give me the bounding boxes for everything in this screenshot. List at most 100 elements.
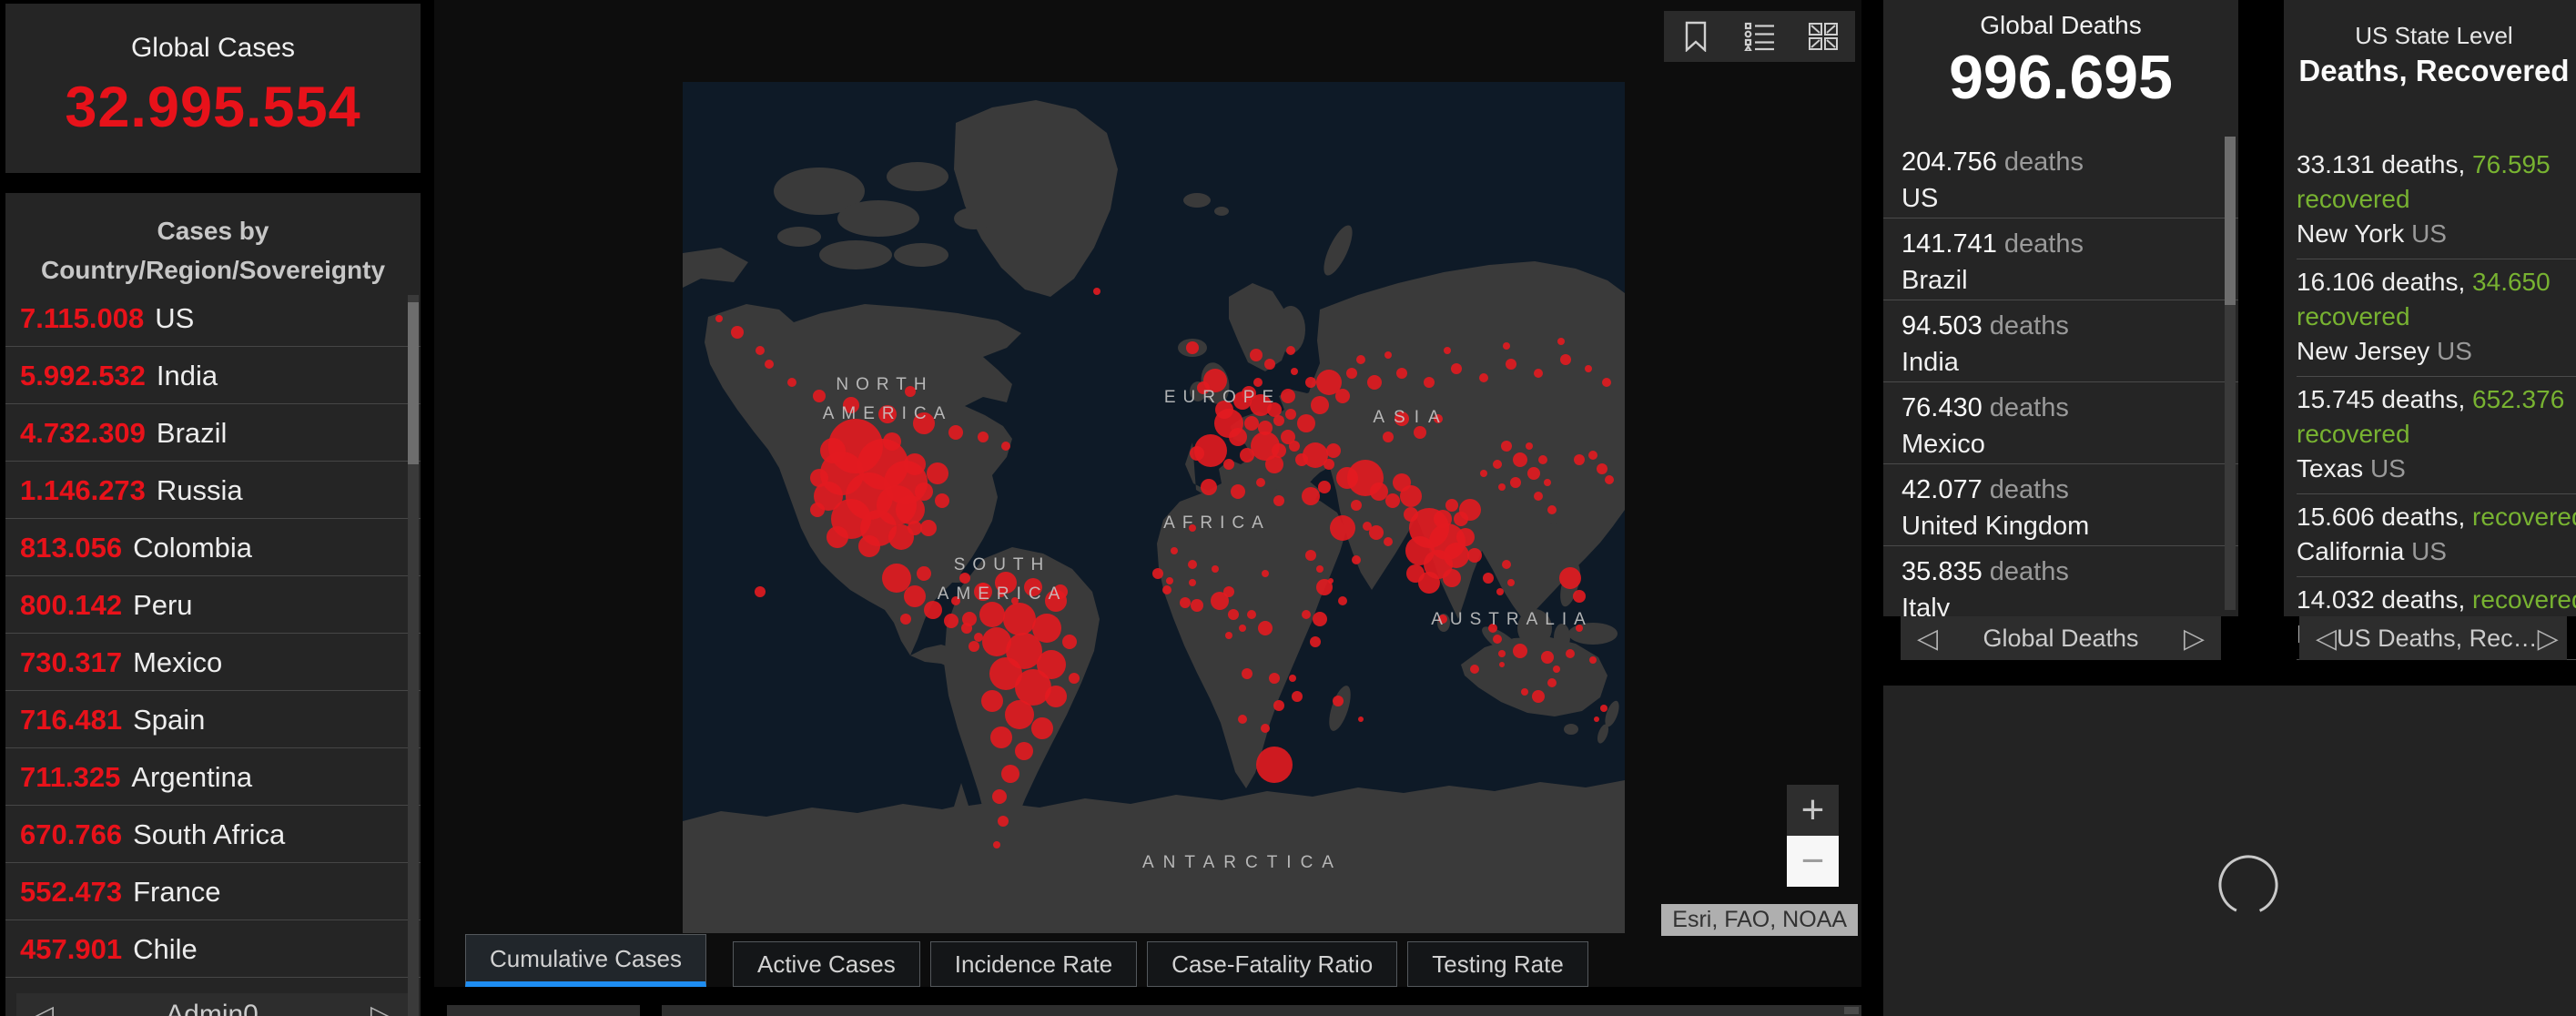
case-dot[interactable] <box>1244 416 1259 431</box>
case-dot[interactable] <box>1291 368 1298 375</box>
case-dot[interactable] <box>1498 650 1506 657</box>
case-dot[interactable] <box>1171 547 1178 554</box>
case-dot[interactable] <box>1547 678 1557 687</box>
case-dot[interactable] <box>992 789 1007 804</box>
case-dot[interactable] <box>1225 632 1232 639</box>
case-dot[interactable] <box>1434 510 1452 528</box>
case-dot[interactable] <box>1305 377 1316 388</box>
case-dot[interactable] <box>1557 338 1565 345</box>
case-dot[interactable] <box>1152 568 1163 579</box>
case-dot[interactable] <box>882 564 911 593</box>
case-dot[interactable] <box>1190 446 1204 461</box>
case-dot[interactable] <box>1316 565 1323 573</box>
case-dot[interactable] <box>755 586 766 597</box>
case-dot[interactable] <box>1506 359 1516 370</box>
case-dot[interactable] <box>1459 499 1481 521</box>
tab-cumulative-cases[interactable]: Cumulative Cases <box>465 934 706 987</box>
zoom-out-button[interactable]: − <box>1787 836 1839 887</box>
case-row[interactable]: 711.325 Argentina <box>5 748 421 806</box>
case-dot[interactable] <box>1328 578 1334 584</box>
case-dot[interactable] <box>1544 479 1551 486</box>
case-dot[interactable] <box>1305 550 1316 561</box>
case-dot[interactable] <box>858 535 880 557</box>
case-dot[interactable] <box>917 566 931 581</box>
case-dot[interactable] <box>820 438 846 463</box>
case-dot[interactable] <box>1302 610 1311 619</box>
case-dot[interactable] <box>1031 717 1053 739</box>
case-dot[interactable] <box>1445 499 1458 512</box>
case-dot[interactable] <box>1480 470 1487 477</box>
case-dot[interactable] <box>810 503 825 517</box>
prev-page-icon[interactable]: ◁ <box>2316 623 2337 655</box>
deaths-list-scrollbar[interactable] <box>2225 137 2236 610</box>
case-dot[interactable] <box>1256 478 1265 487</box>
case-dot[interactable] <box>993 841 1000 848</box>
case-dot[interactable] <box>1384 351 1392 359</box>
case-dot[interactable] <box>915 483 933 501</box>
deaths-row[interactable]: 94.503 deaths India <box>1883 300 2238 382</box>
legend-icon[interactable] <box>1732 13 1787 60</box>
case-row[interactable]: 716.481 Spain <box>5 691 421 748</box>
case-dot[interactable] <box>787 378 796 387</box>
case-dot[interactable] <box>1444 347 1451 354</box>
tab-active-cases[interactable]: Active Cases <box>732 941 920 987</box>
case-dot[interactable] <box>1363 522 1372 531</box>
case-dot[interactable] <box>927 462 948 484</box>
case-dot[interactable] <box>810 469 828 487</box>
case-row[interactable]: 5.992.532 India <box>5 347 421 404</box>
case-dot[interactable] <box>1510 477 1521 488</box>
us-state-row[interactable]: 33.131 deaths, 76.595 recovered New York U… <box>2297 142 2576 259</box>
case-dot[interactable] <box>1585 365 1592 372</box>
case-dot[interactable] <box>1336 467 1358 489</box>
case-dot[interactable] <box>1414 426 1426 439</box>
case-row[interactable]: 813.056 Colombia <box>5 519 421 576</box>
case-dot[interactable] <box>1385 493 1400 508</box>
case-dot[interactable] <box>1541 651 1554 664</box>
case-dot[interactable] <box>1326 443 1341 458</box>
case-dot[interactable] <box>1001 765 1019 783</box>
case-dot[interactable] <box>1574 454 1585 465</box>
case-dot[interactable] <box>1229 428 1247 446</box>
case-row[interactable]: 552.473 France <box>5 863 421 920</box>
case-dot[interactable] <box>1521 688 1528 696</box>
case-dot[interactable] <box>1003 603 1036 635</box>
case-dot[interactable] <box>974 633 983 642</box>
case-dot[interactable] <box>1406 564 1425 583</box>
deaths-row[interactable]: 35.835 deaths Italy <box>1883 546 2238 616</box>
case-dot[interactable] <box>924 601 942 619</box>
case-dot[interactable] <box>1247 610 1256 619</box>
case-dot[interactable] <box>1318 481 1331 493</box>
case-dot[interactable] <box>1201 479 1217 495</box>
case-dot[interactable] <box>1594 716 1599 722</box>
case-dot[interactable] <box>1470 665 1479 674</box>
case-dot[interactable] <box>1383 432 1394 442</box>
tab-incidence-rate[interactable]: Incidence Rate <box>929 941 1138 987</box>
case-dot[interactable] <box>1404 507 1418 522</box>
deaths-row[interactable]: 42.077 deaths United Kingdom <box>1883 464 2238 546</box>
case-dot[interactable] <box>1269 673 1280 684</box>
case-dot[interactable] <box>1001 442 1010 451</box>
case-dot[interactable] <box>1191 599 1203 612</box>
case-row[interactable]: 1.146.273 Russia <box>5 462 421 519</box>
case-dot[interactable] <box>1588 451 1597 460</box>
case-dot[interactable] <box>715 315 723 322</box>
case-row[interactable]: 800.142 Peru <box>5 576 421 634</box>
case-dot[interactable] <box>1501 441 1512 452</box>
case-dot[interactable] <box>1547 505 1557 514</box>
case-dot[interactable] <box>1242 668 1253 679</box>
case-dot[interactable] <box>1069 673 1080 684</box>
case-dot[interactable] <box>1311 396 1329 414</box>
case-dot[interactable] <box>1186 341 1199 354</box>
case-dot[interactable] <box>1566 649 1575 658</box>
case-dot[interactable] <box>1289 441 1300 452</box>
case-dot[interactable] <box>1223 586 1234 597</box>
case-dot[interactable] <box>1527 467 1540 480</box>
case-dot[interactable] <box>935 493 949 508</box>
next-page-icon[interactable]: ▷ <box>370 1000 391 1016</box>
case-dot[interactable] <box>1162 585 1171 594</box>
case-dot[interactable] <box>1045 686 1067 707</box>
case-dot[interactable] <box>731 326 744 339</box>
case-dot[interactable] <box>813 390 826 402</box>
case-dot[interactable] <box>1532 690 1545 703</box>
case-dot[interactable] <box>1333 696 1344 706</box>
